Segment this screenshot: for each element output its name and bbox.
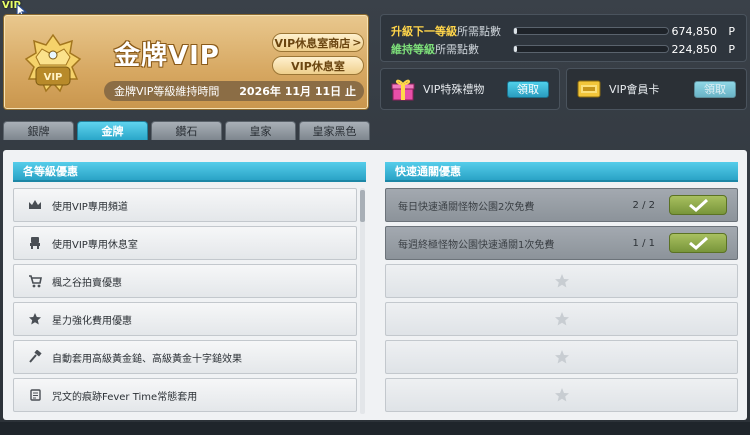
locked-star-icon [554,350,569,364]
quick-clear-locked-slot [385,264,738,298]
upgrade-points-value: 674,850 [671,24,718,38]
claim-gift-button[interactable]: 領取 [507,80,549,98]
upgrade-label-highlight: 升級下一等級 [391,25,457,38]
maintain-progress-bar [513,45,669,53]
hammer-icon [24,348,46,366]
crown-icon [24,196,46,214]
perk-label: 楓之谷拍賣優惠 [52,277,122,289]
chair-icon [24,234,46,252]
perk-label: 使用VIP專用休息室 [52,239,138,251]
upgrade-points-row: 升級下一等級 所需點數 674,850 P [391,23,741,39]
list-item: 星力強化費用優惠 [13,302,357,336]
maintain-progress-fill [514,46,518,52]
vip-lounge-button[interactable]: VIP休息室 [272,56,364,75]
gold-vip-medal-icon: VIP [24,33,82,93]
tab-royal[interactable]: 皇家 [225,121,296,140]
quick-clear-label: 每週終極怪物公園快速通關1次免費 [398,239,555,251]
scroll-icon [24,386,46,404]
list-item: 自動套用高級黃金鎚、高級黃金十字鎚效果 [13,340,357,374]
window-bottom-edge [0,422,750,435]
star-icon [24,310,46,328]
vip-member-card-label: VIP會員卡 [609,83,660,96]
quick-clear-locked-slot [385,340,738,374]
maintain-label-highlight: 維持等級 [391,43,435,56]
upgrade-progress-fill [514,28,518,34]
maintain-period-date: 2026年 11月 11日 止 [239,85,356,98]
vip-lounge-shop-button[interactable]: VIP休息室商店 > [272,33,364,52]
points-panel: 升級下一等級 所需點數 674,850 P 維持等級 所需點數 224,850 … [380,14,747,62]
perk-label: 自動套用高級黃金鎚、高級黃金十字鎚效果 [52,353,242,365]
quick-clear-count: 2 / 2 [632,199,655,211]
list-item: 楓之谷拍賣優惠 [13,264,357,298]
perk-label: 咒文的痕跡Fever Time常態套用 [52,391,198,403]
benefits-scrollbar[interactable] [360,188,365,414]
chevron-right-icon: > [352,36,362,49]
locked-star-icon [554,312,569,326]
medal-text: VIP [44,72,63,83]
tier-header-card: VIP 金牌VIP VIP休息室商店 > VIP休息室 金牌VIP等級維持時間 … [3,14,369,110]
vip-special-gift-box: VIP特殊禮物 領取 [380,68,560,110]
list-item: 使用VIP專用頻道 [13,188,357,222]
vip-lounge-label: VIP休息室 [291,59,345,73]
quick-clear-label: 每日快速通關怪物公園2次免費 [398,201,535,213]
list-item: 使用VIP專用休息室 [13,226,357,260]
tier-maintain-period: 金牌VIP等級維持時間 2026年 11月 11日 止 [104,81,364,101]
perk-label: 使用VIP專用頻道 [52,201,128,213]
list-item: 咒文的痕跡Fever Time常態套用 [13,378,357,412]
quick-clear-locked-slot [385,378,738,412]
checkmark-icon [689,236,709,250]
scrollbar-thumb[interactable] [360,190,365,222]
tier-tabs: 銀牌 金牌 鑽石 皇家 皇家黑色 [3,121,370,140]
quick-clear-claim-button[interactable] [669,195,727,215]
perk-label: 星力強化費用優惠 [52,315,132,327]
vip-special-gift-label: VIP特殊禮物 [423,83,485,96]
maintain-points-value: 224,850 [671,42,718,56]
vip-window: VIP VIP 金牌VIP VIP休息室商店 > VIP休息室 金牌VIP等級維… [0,0,750,435]
upgrade-label-rest: 所需點數 [457,25,501,38]
quick-clear-claim-button[interactable] [669,233,727,253]
benefits-panel: 各等級優惠 快速通關優惠 使用VIP專用頻道 使用VIP專用休息室 楓之谷拍賣優… [3,150,747,420]
quick-clear-item: 每日快速通關怪物公園2次免費 2 / 2 [385,188,738,222]
locked-star-icon [554,274,569,288]
cart-icon [24,272,46,290]
vip-member-card-box: VIP會員卡 領取 [566,68,747,110]
tab-silver[interactable]: 銀牌 [3,121,74,140]
maintain-label-rest: 所需點數 [435,43,479,56]
quick-clear-locked-slot [385,302,738,336]
gift-box-icon [391,79,415,101]
vip-lounge-shop-label: VIP休息室商店 [274,36,351,50]
quick-clear-benefits-header: 快速通關優惠 [385,162,738,182]
tab-royal-black[interactable]: 皇家黑色 [299,121,370,140]
tab-diamond[interactable]: 鑽石 [151,121,222,140]
claim-card-button[interactable]: 領取 [694,80,736,98]
tab-gold[interactable]: 金牌 [77,121,148,140]
tier-benefits-header: 各等級優惠 [13,162,366,182]
maintain-period-label: 金牌VIP等級維持時間 [114,85,220,98]
maintain-points-unit: P [728,42,735,56]
upgrade-points-unit: P [728,24,735,38]
quick-clear-count: 1 / 1 [632,237,655,249]
checkmark-icon [689,198,709,212]
locked-star-icon [554,388,569,402]
maintain-points-row: 維持等級 所需點數 224,850 P [391,41,741,57]
quick-clear-item: 每週終極怪物公園快速通關1次免費 1 / 1 [385,226,738,260]
upgrade-progress-bar [513,27,669,35]
tier-title: 金牌VIP [114,41,220,71]
member-card-icon [577,80,601,98]
